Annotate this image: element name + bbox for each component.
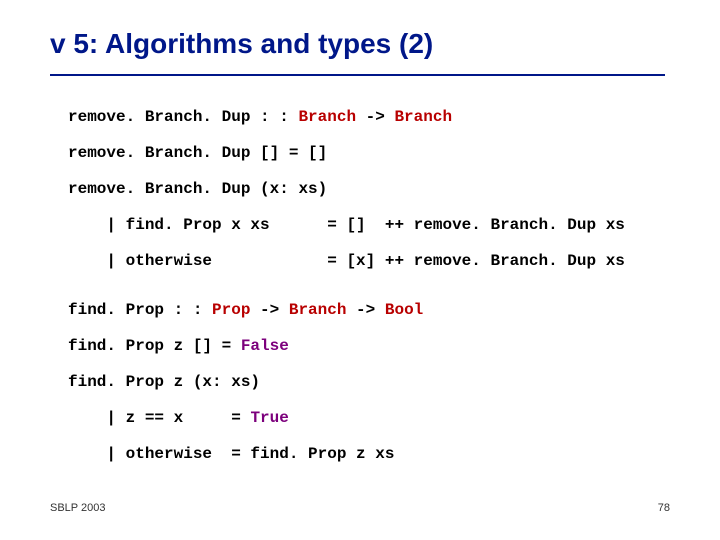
code-text: ->	[356, 108, 394, 126]
code-line-9: | z == x = True	[68, 409, 289, 427]
code-text: find. Prop : :	[68, 301, 212, 319]
code-text: | z == x =	[68, 409, 250, 427]
bool-true: True	[250, 409, 288, 427]
type-branch: Branch	[298, 108, 356, 126]
bool-false: False	[241, 337, 289, 355]
type-prop: Prop	[212, 301, 250, 319]
code-line-4: | find. Prop x xs = [] ++ remove. Branch…	[68, 216, 625, 234]
code-line-7: find. Prop z [] = False	[68, 337, 289, 355]
code-text: remove. Branch. Dup : :	[68, 108, 298, 126]
code-line-2: remove. Branch. Dup [] = []	[68, 144, 327, 162]
slide: v 5: Algorithms and types (2) remove. Br…	[0, 0, 720, 540]
code-line-6: find. Prop : : Prop -> Branch -> Bool	[68, 301, 423, 319]
code-line-5: | otherwise = [x] ++ remove. Branch. Dup…	[68, 252, 625, 270]
code-text: ->	[346, 301, 384, 319]
code-line-8: find. Prop z (x: xs)	[68, 373, 260, 391]
code-block-find-prop: find. Prop : : Prop -> Branch -> Bool fi…	[68, 301, 423, 463]
code-text: ->	[250, 301, 288, 319]
type-branch: Branch	[394, 108, 452, 126]
code-text: find. Prop z [] =	[68, 337, 241, 355]
footer-page-number: 78	[658, 502, 670, 514]
slide-title: v 5: Algorithms and types (2)	[50, 28, 433, 60]
code-line-10: | otherwise = find. Prop z xs	[68, 445, 394, 463]
title-underline	[50, 74, 665, 76]
type-bool: Bool	[385, 301, 423, 319]
code-line-3: remove. Branch. Dup (x: xs)	[68, 180, 327, 198]
type-branch: Branch	[289, 301, 347, 319]
footer-conference: SBLP 2003	[50, 502, 105, 514]
code-block-remove-branch-dup: remove. Branch. Dup : : Branch -> Branch…	[68, 108, 625, 270]
code-line-1: remove. Branch. Dup : : Branch -> Branch	[68, 108, 452, 126]
